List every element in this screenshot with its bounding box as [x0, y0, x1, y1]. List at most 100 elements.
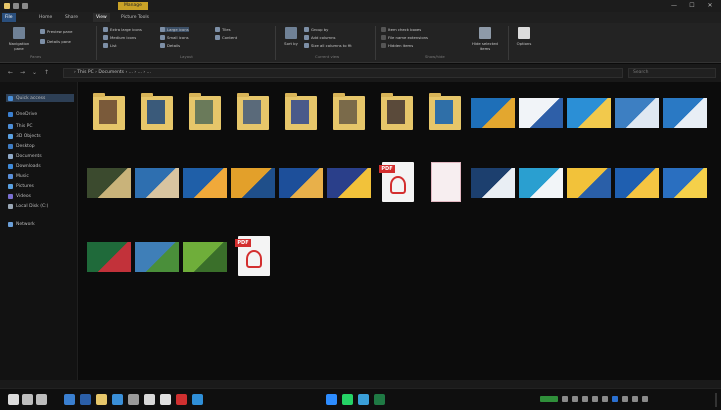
- recent-dropdown-icon[interactable]: ⌄: [32, 69, 37, 76]
- extra-large-icons-button[interactable]: Extra large icons: [103, 27, 142, 32]
- large-icons-button[interactable]: Large icons: [160, 27, 189, 32]
- media-icon[interactable]: [176, 394, 187, 405]
- sidebar-item-download[interactable]: Downloads: [8, 162, 41, 170]
- tab-picture-tools[interactable]: Picture Tools: [118, 13, 152, 22]
- tab-view[interactable]: View: [93, 13, 110, 22]
- context-tab-manage[interactable]: Manage: [118, 2, 148, 10]
- ribbon-tabs: File Home Share View Picture Tools: [0, 12, 721, 23]
- sidebar-item-cube[interactable]: 3D Objects: [8, 132, 41, 140]
- list-view-button[interactable]: List: [103, 43, 117, 48]
- details-pane-icon: [40, 39, 45, 44]
- file-name-extensions-toggle[interactable]: File name extensions: [381, 35, 428, 40]
- language-icon[interactable]: [602, 396, 608, 402]
- size-columns-button[interactable]: Size all columns to fit: [304, 43, 352, 48]
- folder-icon: [4, 3, 10, 9]
- hide-selected-button[interactable]: Hide selected items: [470, 27, 500, 51]
- details-pane-button[interactable]: Details pane: [40, 39, 71, 44]
- tray-chevron-icon[interactable]: [562, 396, 568, 402]
- sidebar-item-document[interactable]: Documents: [8, 152, 42, 160]
- sidebar-item-cloud[interactable]: OneDrive: [8, 110, 37, 118]
- address-path[interactable]: › This PC › Documents › ... › ... › ...: [63, 68, 623, 78]
- medium-icons-button[interactable]: Medium icons: [103, 35, 136, 40]
- sidebar-item-drive[interactable]: Local Disk (C:): [8, 202, 48, 210]
- tray-badge[interactable]: [540, 396, 558, 402]
- new-folder-icon[interactable]: [22, 3, 28, 9]
- sort-by-button[interactable]: Sort by: [282, 27, 300, 46]
- document-thumbnail: [423, 160, 463, 204]
- small-icons-button[interactable]: Small icons: [160, 35, 189, 40]
- up-arrow-icon[interactable]: ↑: [44, 69, 49, 76]
- tab-file[interactable]: File: [2, 13, 16, 22]
- forward-arrow-icon[interactable]: →: [20, 69, 25, 76]
- security-icon[interactable]: [622, 396, 628, 402]
- file-list: PDF PDF: [79, 82, 721, 380]
- excel-icon[interactable]: [374, 394, 385, 405]
- chrome-icon[interactable]: [160, 394, 171, 405]
- task-view-icon[interactable]: [36, 394, 47, 405]
- preview-pane-button[interactable]: Preview pane: [40, 29, 72, 34]
- network-icon[interactable]: [572, 396, 578, 402]
- mail-icon[interactable]: [112, 394, 123, 405]
- cube-icon: [8, 133, 13, 139]
- onedrive-icon[interactable]: [612, 396, 618, 402]
- speaker-icon[interactable]: [642, 396, 648, 402]
- navigation-pane-button[interactable]: Navigation pane: [6, 27, 32, 51]
- search-input[interactable]: Search: [628, 68, 716, 78]
- small-icons-label: Small icons: [167, 35, 189, 40]
- size-columns-label: Size all columns to fit: [311, 43, 352, 48]
- settings-icon[interactable]: [128, 394, 139, 405]
- sidebar-item-star[interactable]: Quick access: [6, 94, 74, 102]
- content-view-button[interactable]: Content: [215, 35, 237, 40]
- photos-icon[interactable]: [144, 394, 155, 405]
- tiles-view-icon: [215, 27, 220, 32]
- explorer-icon[interactable]: [96, 394, 107, 405]
- folder-icon: [327, 90, 367, 134]
- music-icon: [8, 173, 13, 179]
- sidebar-item-label: Music: [16, 173, 29, 179]
- word-icon[interactable]: [80, 394, 91, 405]
- details-pane-label: Details pane: [47, 39, 71, 44]
- wifi-icon[interactable]: [632, 396, 638, 402]
- sidebar-item-video[interactable]: Videos: [8, 192, 31, 200]
- edge-icon[interactable]: [192, 394, 203, 405]
- list-view-icon: [103, 43, 108, 48]
- sidebar-item-desktop[interactable]: Desktop: [8, 142, 35, 150]
- group-by-button[interactable]: Group by: [304, 27, 328, 32]
- add-columns-button[interactable]: Add columns: [304, 35, 336, 40]
- tiles-view-button[interactable]: Tiles: [215, 27, 231, 32]
- whatsapp-icon[interactable]: [342, 394, 353, 405]
- folder-icon: [135, 90, 175, 134]
- close-button[interactable]: ✕: [704, 1, 716, 11]
- item-check-boxes-label: Item check boxes: [388, 27, 422, 32]
- properties-icon[interactable]: [13, 3, 19, 9]
- show-desktop-button[interactable]: [715, 393, 717, 407]
- sidebar-item-network[interactable]: Network: [8, 220, 35, 228]
- image-thumbnail: [279, 160, 323, 204]
- start-icon[interactable]: [8, 394, 19, 405]
- sidebar-item-pc[interactable]: This PC: [8, 122, 32, 130]
- sidebar-item-label: Network: [16, 221, 35, 227]
- back-arrow-icon[interactable]: ←: [8, 69, 13, 76]
- item-check-boxes-toggle[interactable]: Item check boxes: [381, 27, 421, 32]
- file-name-extensions-label: File name extensions: [388, 35, 429, 40]
- hidden-items-toggle[interactable]: Hidden items: [381, 43, 413, 48]
- image-thumbnail: [87, 234, 131, 278]
- sidebar-item-picture[interactable]: Pictures: [8, 182, 34, 190]
- minimize-button[interactable]: —: [668, 1, 680, 11]
- sidebar-item-music[interactable]: Music: [8, 172, 29, 180]
- image-thumbnail: [471, 90, 515, 134]
- battery-icon[interactable]: [592, 396, 598, 402]
- maps-icon[interactable]: [358, 394, 369, 405]
- options-button[interactable]: Options: [514, 27, 534, 46]
- maximize-button[interactable]: ☐: [686, 1, 698, 11]
- details-view-button[interactable]: Details: [160, 43, 180, 48]
- store-icon[interactable]: [64, 394, 75, 405]
- image-thumbnail: [567, 90, 611, 134]
- tab-home[interactable]: Home: [36, 13, 55, 22]
- group-label-panes: Panes: [30, 54, 42, 59]
- volume-icon[interactable]: [582, 396, 588, 402]
- tab-share[interactable]: Share: [62, 13, 81, 22]
- zoom-icon[interactable]: [326, 394, 337, 405]
- options-label: Options: [516, 41, 532, 46]
- search-icon[interactable]: [22, 394, 33, 405]
